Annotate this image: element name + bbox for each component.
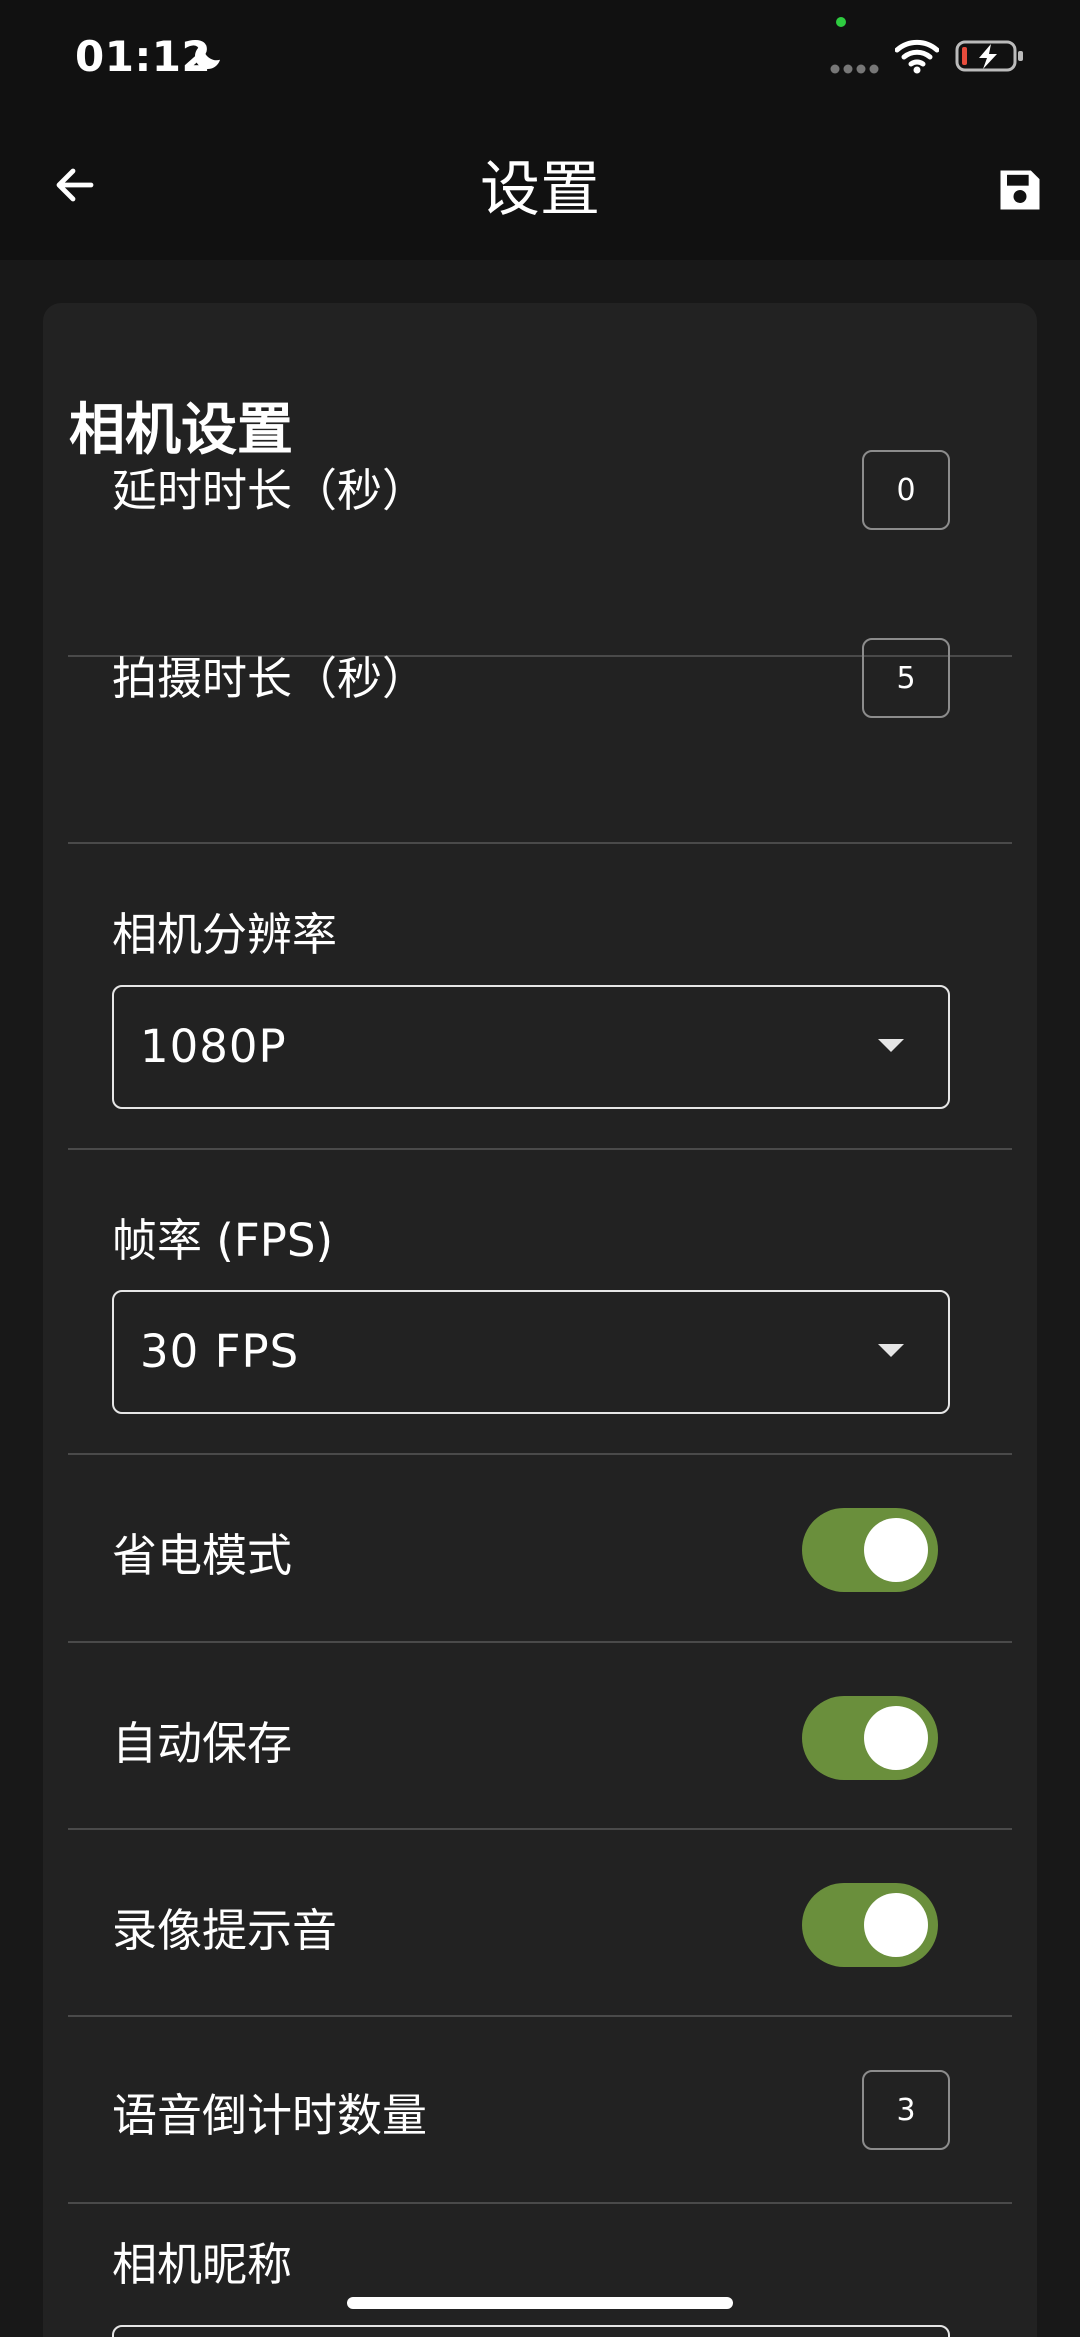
- countdown-label: 语音倒计时数量: [112, 2089, 428, 2142]
- toggle-knob: [864, 1706, 928, 1770]
- countdown-input[interactable]: 3: [862, 2070, 950, 2150]
- status-bar: 01:12: [0, 0, 1080, 120]
- battery-icon: [955, 40, 1023, 72]
- save-button[interactable]: [985, 155, 1055, 225]
- setting-row-countdown: 语音倒计时数量 3: [43, 2016, 1037, 2202]
- toggle-knob: [864, 1518, 928, 1582]
- setting-row-duration: 拍摄时长（秒） 5: [43, 611, 1037, 791]
- resolution-value: 1080P: [140, 1020, 287, 1073]
- dropdown-arrow-icon: [878, 1344, 904, 1357]
- setting-row-power-save: 省电模式: [43, 1454, 1037, 1640]
- toggle-knob: [864, 1893, 928, 1957]
- camera-indicator-dot: [836, 17, 846, 27]
- home-indicator: [347, 2297, 733, 2309]
- floppy-disk-icon: [1000, 170, 1040, 210]
- delay-input[interactable]: 0: [862, 450, 950, 530]
- signal-icon: [830, 64, 879, 74]
- auto-save-toggle[interactable]: [802, 1696, 938, 1780]
- page-title: 设置: [480, 155, 600, 225]
- duration-input[interactable]: 5: [862, 638, 950, 718]
- arrow-left-icon: [56, 168, 94, 202]
- camera-settings-card: 相机设置 延时时长（秒） 0 拍摄时长（秒） 5 相机分辨率 1080P 帧率 …: [43, 303, 1037, 2337]
- power-save-toggle[interactable]: [802, 1508, 938, 1592]
- setting-row-auto-save: 自动保存: [43, 1642, 1037, 1828]
- app-bar: 设置: [0, 120, 1080, 260]
- record-sound-label: 录像提示音: [112, 1904, 338, 1957]
- fps-value: 30 FPS: [140, 1325, 300, 1378]
- resolution-select[interactable]: 1080P: [112, 985, 950, 1109]
- setting-row-resolution: 相机分辨率 1080P: [43, 843, 1037, 1109]
- fps-select[interactable]: 30 FPS: [112, 1290, 950, 1414]
- back-button[interactable]: [40, 150, 110, 220]
- record-sound-toggle[interactable]: [802, 1883, 938, 1967]
- nickname-label: 相机昵称: [112, 2238, 293, 2291]
- moon-icon: [194, 44, 220, 70]
- delay-label: 延时时长（秒）: [112, 464, 428, 517]
- setting-row-fps: 帧率 (FPS) 30 FPS: [43, 1149, 1037, 1414]
- wifi-icon: [895, 39, 939, 74]
- settings-screen: 01:12 设置 相机设置 延时时长（秒） 0 拍摄时长（秒） 5 相机分辨率 …: [0, 0, 1080, 2337]
- dropdown-arrow-icon: [878, 1039, 904, 1052]
- resolution-label: 相机分辨率: [112, 908, 338, 961]
- auto-save-label: 自动保存: [112, 1717, 293, 1770]
- setting-row-record-sound: 录像提示音: [43, 1829, 1037, 2015]
- nickname-input[interactable]: [112, 2325, 950, 2337]
- setting-row-nickname: 相机昵称: [43, 2203, 1037, 2337]
- setting-row-delay: 延时时长（秒） 0: [43, 423, 1037, 603]
- power-save-label: 省电模式: [112, 1529, 293, 1582]
- fps-label: 帧率 (FPS): [112, 1214, 334, 1267]
- duration-label: 拍摄时长（秒）: [112, 652, 428, 705]
